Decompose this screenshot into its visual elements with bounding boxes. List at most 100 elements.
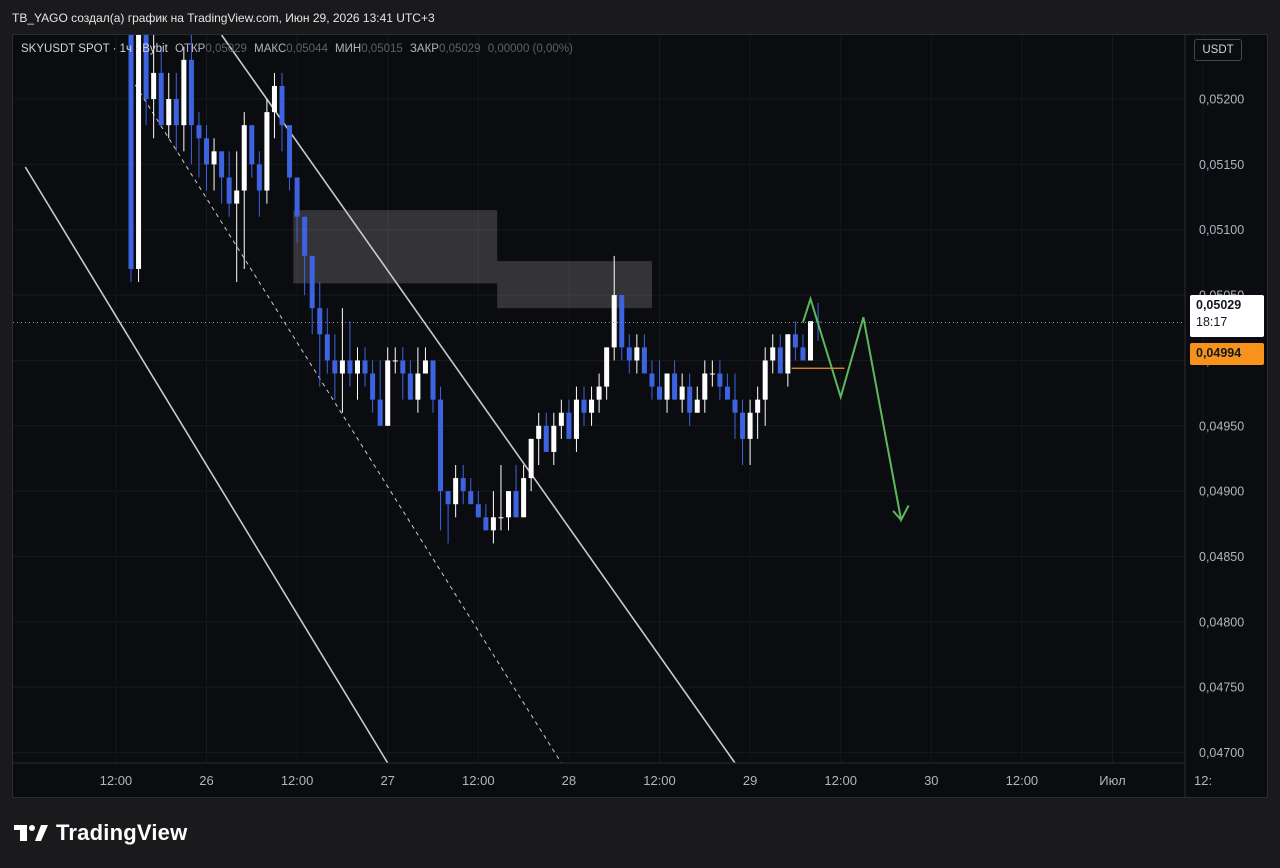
candle-body bbox=[792, 334, 798, 348]
candle bbox=[385, 347, 391, 426]
footer-brand: TradingView bbox=[56, 820, 188, 845]
candle bbox=[271, 72, 277, 139]
candle bbox=[634, 334, 640, 374]
candle-body bbox=[536, 425, 542, 439]
candle bbox=[166, 72, 172, 139]
candle bbox=[483, 504, 489, 531]
candle bbox=[460, 465, 466, 505]
candle-body bbox=[264, 112, 270, 191]
candle-body bbox=[460, 478, 466, 492]
candle bbox=[377, 360, 383, 426]
time-tick-label: 12: bbox=[1194, 773, 1212, 788]
candle-body bbox=[649, 373, 655, 387]
candle-body bbox=[128, 35, 134, 269]
price-tick-label: 0,04950 bbox=[1199, 419, 1244, 433]
order-price-tag[interactable]: 0,04994 bbox=[1190, 343, 1264, 365]
last-price-value: 0,05029 bbox=[1196, 298, 1242, 312]
candle-body bbox=[679, 386, 685, 400]
candle bbox=[573, 386, 579, 452]
candle-body bbox=[271, 85, 277, 113]
candle bbox=[362, 347, 368, 387]
candle-body bbox=[483, 517, 489, 531]
candle-body bbox=[785, 334, 791, 374]
candlestick-chart[interactable]: 0,052000,051500,051000,050500,050000,049… bbox=[13, 35, 1268, 798]
candle-body bbox=[347, 360, 353, 374]
currency-button[interactable]: USDT bbox=[1194, 39, 1242, 61]
candle-body bbox=[332, 360, 338, 374]
candle-body bbox=[355, 360, 360, 374]
candle-body bbox=[219, 151, 225, 178]
candle bbox=[777, 334, 783, 374]
candle bbox=[740, 399, 746, 466]
candle-body bbox=[747, 412, 753, 439]
candle bbox=[543, 412, 549, 452]
candle-body bbox=[490, 517, 496, 531]
legend-change: 0,00000 (0,00%) bbox=[487, 43, 573, 55]
candle-body bbox=[226, 177, 232, 204]
candle bbox=[438, 386, 444, 531]
candle-body bbox=[672, 373, 678, 400]
resistance-zone bbox=[293, 210, 498, 284]
candle bbox=[604, 347, 610, 400]
candle bbox=[181, 46, 187, 152]
last-price-tag: 0,05029 18:17 bbox=[1190, 295, 1264, 337]
time-tick-label: Июл bbox=[1099, 773, 1125, 788]
candle-body bbox=[400, 360, 406, 374]
price-tick-label: 0,05150 bbox=[1199, 158, 1244, 172]
candle-body bbox=[808, 321, 813, 361]
candle-body bbox=[392, 360, 398, 362]
candle bbox=[566, 399, 572, 439]
candle-body bbox=[204, 138, 209, 165]
candle-body bbox=[551, 425, 557, 452]
time-tick-label: 27 bbox=[380, 773, 394, 788]
candle bbox=[702, 360, 708, 413]
legend-close-value: 0,05029 bbox=[438, 43, 481, 55]
candle bbox=[249, 125, 255, 178]
candle bbox=[755, 386, 761, 439]
candle-body bbox=[287, 125, 293, 178]
candle bbox=[241, 112, 247, 269]
candle bbox=[747, 399, 753, 466]
time-tick-label: 26 bbox=[199, 773, 213, 788]
candle bbox=[430, 360, 436, 413]
candle-body bbox=[528, 438, 534, 479]
candle-body bbox=[415, 373, 421, 400]
candle-body bbox=[158, 72, 164, 126]
candle bbox=[657, 360, 662, 400]
candle-body bbox=[777, 347, 783, 374]
time-tick-label: 28 bbox=[562, 773, 576, 788]
time-tick-label: 12:00 bbox=[643, 773, 676, 788]
candle bbox=[694, 386, 700, 413]
candle bbox=[536, 412, 542, 466]
price-tick-label: 0,04850 bbox=[1199, 550, 1244, 564]
candle bbox=[717, 360, 723, 400]
candle-body bbox=[687, 386, 693, 413]
time-tick-label: 29 bbox=[743, 773, 757, 788]
candles bbox=[128, 35, 821, 544]
candle bbox=[808, 321, 813, 361]
candle bbox=[672, 360, 678, 400]
time-tick-label: 30 bbox=[924, 773, 938, 788]
candle bbox=[528, 438, 534, 492]
candle-body bbox=[422, 360, 428, 374]
legend-low-label: МИН bbox=[335, 43, 362, 55]
legend-open-value: 0,05029 bbox=[205, 43, 247, 55]
candle-body bbox=[309, 255, 315, 309]
candle bbox=[317, 282, 323, 387]
candle bbox=[626, 334, 632, 374]
channel-mid bbox=[130, 77, 562, 764]
candle-body bbox=[256, 164, 262, 191]
candle bbox=[392, 347, 398, 374]
candle-body bbox=[717, 373, 723, 387]
candle-body bbox=[445, 491, 451, 505]
candle-body bbox=[573, 399, 579, 439]
legend-symbol[interactable]: SKYUSDT SPOT · 1ч · Bybit bbox=[21, 43, 168, 55]
candle bbox=[581, 386, 587, 426]
candle-body bbox=[173, 99, 179, 126]
price-tick-label: 0,04800 bbox=[1199, 615, 1244, 629]
footer: TradingView bbox=[14, 820, 187, 846]
legend-high-label: МАКС bbox=[254, 43, 287, 55]
candle bbox=[589, 386, 595, 426]
tradingview-logo-icon bbox=[14, 825, 48, 841]
chart-area[interactable]: 0,052000,051500,051000,050500,050000,049… bbox=[12, 34, 1268, 798]
